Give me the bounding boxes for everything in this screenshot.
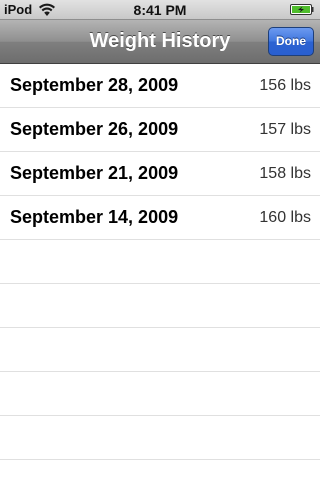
weight-history-list: September 28, 2009 156 lbs September 26,… <box>0 64 320 480</box>
screen: iPod 8:41 PM Weight History Done Septemb… <box>0 0 320 480</box>
list-item[interactable]: September 28, 2009 156 lbs <box>0 64 320 108</box>
empty-row <box>0 416 320 460</box>
status-bar: iPod 8:41 PM <box>0 0 320 20</box>
list-item[interactable]: September 14, 2009 160 lbs <box>0 196 320 240</box>
entry-date: September 28, 2009 <box>10 75 179 95</box>
entry-date: September 14, 2009 <box>10 207 179 227</box>
list-item[interactable]: September 21, 2009 158 lbs <box>0 152 320 196</box>
empty-row <box>0 328 320 372</box>
done-button[interactable]: Done <box>268 27 314 56</box>
navigation-bar: Weight History Done <box>0 20 320 64</box>
battery-charging-icon <box>290 4 314 15</box>
entry-date: September 21, 2009 <box>10 163 179 183</box>
empty-row <box>0 284 320 328</box>
list-item[interactable]: September 26, 2009 157 lbs <box>0 108 320 152</box>
empty-row <box>0 460 320 480</box>
entry-weight: 160 lbs <box>259 209 311 226</box>
page-title: Weight History <box>89 30 231 52</box>
clock: 8:41 PM <box>133 2 187 18</box>
empty-row <box>0 372 320 416</box>
entry-date: September 26, 2009 <box>10 119 179 139</box>
entry-weight: 157 lbs <box>259 121 311 138</box>
entry-weight: 158 lbs <box>259 165 311 182</box>
empty-row <box>0 240 320 284</box>
entry-weight: 156 lbs <box>259 77 311 94</box>
